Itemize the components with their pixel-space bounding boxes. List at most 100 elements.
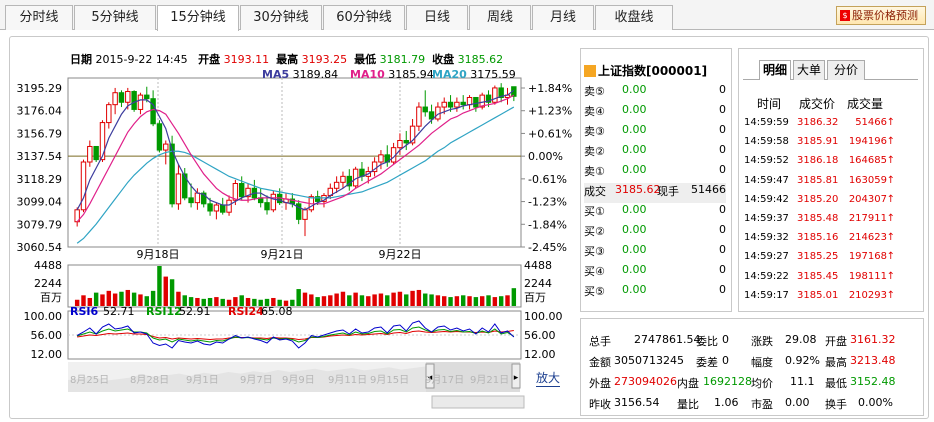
close-value: 3185.62 <box>457 53 504 66</box>
weicha-value: 0 <box>722 354 729 367</box>
navigator-date-label: 8月25日 <box>70 374 109 386</box>
trades-tab-0[interactable]: 明细 <box>759 60 791 80</box>
zuigao-label: 最高 <box>825 356 847 369</box>
zoom-button[interactable]: 放大 <box>536 369 561 387</box>
chevron-right-icon[interactable]: ▸ <box>514 373 519 383</box>
volume-bar <box>315 297 320 306</box>
navigator-date-label: 9月9日 <box>282 374 315 386</box>
candle-body <box>460 101 466 106</box>
orderbook-volume: 0 <box>719 123 726 136</box>
ma10-label: MA10 <box>350 68 385 81</box>
navigator-scrollbar[interactable] <box>431 395 525 409</box>
orderbook-price: 0.00 <box>622 283 647 296</box>
candle-body <box>492 87 498 103</box>
volume-bar <box>302 292 308 306</box>
orderbook-row: 买③ 0.00 0 <box>584 243 726 263</box>
volume-bar <box>125 289 131 306</box>
trade-price: 3185.16 <box>797 232 839 244</box>
candle-body <box>403 140 409 144</box>
up-arrow-icon: ↑ <box>886 155 895 167</box>
zhangdie-label: 涨跌 <box>751 335 773 348</box>
candle-body <box>454 101 460 108</box>
fudu-label: 幅度 <box>751 356 773 369</box>
pct-tick-label: -0.61% <box>528 173 567 186</box>
huanshou-label: 换手 <box>825 398 847 411</box>
trade-time: 14:59:22 <box>744 270 789 282</box>
candle-body <box>207 203 213 212</box>
price-tick-label: 3156.79 <box>17 127 63 140</box>
junjia-value: 11.1 <box>790 375 815 388</box>
trade-time: 14:59:52 <box>744 155 789 167</box>
price-tick-label: 3137.54 <box>17 150 63 163</box>
trade-row: 14:59:27 3185.25 197168 ↑ <box>743 251 921 269</box>
candle-body <box>333 181 340 189</box>
navigator-date-label: 9月7日 <box>240 374 273 386</box>
neipan-value: 1692128 <box>703 375 752 388</box>
trade-volume: 214623 <box>848 232 887 244</box>
volume-bar <box>391 292 396 306</box>
trade-row: 14:59:22 3185.45 198111 ↑ <box>743 271 921 289</box>
zuoshou-label: 昨收 <box>589 398 611 411</box>
low-label: 最低 <box>354 53 377 66</box>
volume-bar <box>397 291 403 306</box>
volume-tick-label-right: 百万 <box>524 291 546 304</box>
liangbi-label: 量比 <box>677 398 699 411</box>
volume-bar <box>448 297 453 306</box>
volume-bar <box>473 297 479 306</box>
trade-row: 14:59:42 3185.20 204307 ↑ <box>743 194 921 212</box>
volume-bar <box>131 292 137 306</box>
orderbook-price: 0.00 <box>622 103 647 116</box>
candle-body <box>238 183 245 198</box>
zuidi-label: 最低 <box>825 377 847 390</box>
trade-volume: 217911 <box>848 213 887 224</box>
price-tick-label: 3195.29 <box>17 82 63 95</box>
orderbook-price: 0.00 <box>622 263 647 276</box>
volume-bar <box>359 295 365 306</box>
volume-bar <box>157 266 162 306</box>
trade-time: 14:59:17 <box>744 289 789 301</box>
candle-body <box>150 98 156 125</box>
volume-bar <box>296 289 301 306</box>
orderbook-row: 买⑤ 0.00 0 <box>584 283 726 303</box>
orderbook-row: 买② 0.00 0 <box>584 223 726 243</box>
jine-value: 3050713245 <box>614 354 684 367</box>
orderbook-volume: 0 <box>719 223 726 236</box>
trades-tab-1[interactable]: 大单 <box>793 60 825 80</box>
orderbook-label: 卖④ <box>584 105 605 118</box>
orderbook-label: 买② <box>584 225 605 238</box>
trades-header-cell: 成交量 <box>847 97 884 111</box>
orderbook-label: 买③ <box>584 245 605 258</box>
rsi12-label: RSI12 <box>146 305 182 318</box>
trade-row: 14:59:17 3185.01 210293 ↑ <box>743 290 921 308</box>
date-label: 日期 <box>70 53 92 66</box>
orderbook-volume: 0 <box>719 283 726 296</box>
candle-body <box>80 161 87 211</box>
trade-price: 3186.18 <box>797 155 839 167</box>
trades-tab-2[interactable]: 分价 <box>827 60 865 80</box>
waipan-label: 外盘 <box>589 377 611 390</box>
shiying-label: 市盈 <box>751 398 773 411</box>
candle-body <box>144 94 150 100</box>
trade-price: 3185.81 <box>797 174 839 186</box>
trade-time: 14:59:58 <box>744 136 789 148</box>
kaipan-label: 开盘 <box>825 335 847 348</box>
volume-bar <box>353 292 358 306</box>
candle-body <box>118 92 125 103</box>
volume-bar <box>492 297 498 306</box>
trade-row: 14:59:52 3186.18 164685 ↑ <box>743 155 921 173</box>
trade-price: 3185.25 <box>797 251 839 263</box>
trade-volume: 164685 <box>848 155 887 167</box>
rsi-tick-label: 12.00 <box>31 348 63 361</box>
trade-row: 14:59:59 3186.32 51466 ↑ <box>743 117 921 135</box>
trade-time: 14:59:27 <box>744 251 789 263</box>
trade-row: 14:59:37 3185.48 217911 ↑ <box>743 213 921 231</box>
volume-tick-label: 2244 <box>34 277 62 290</box>
navigator-date-label: 9月17日 <box>425 374 464 386</box>
orderbook-volume: 0 <box>719 163 726 176</box>
volume-tick-label-right: 2244 <box>524 277 552 290</box>
orderbook-price: 0.00 <box>622 143 647 156</box>
orderbook-row: 成交 3185.62 现手 51466 <box>584 183 726 203</box>
volume-bar <box>372 294 377 306</box>
candle-body <box>340 175 346 183</box>
up-arrow-icon: ↑ <box>886 136 895 148</box>
